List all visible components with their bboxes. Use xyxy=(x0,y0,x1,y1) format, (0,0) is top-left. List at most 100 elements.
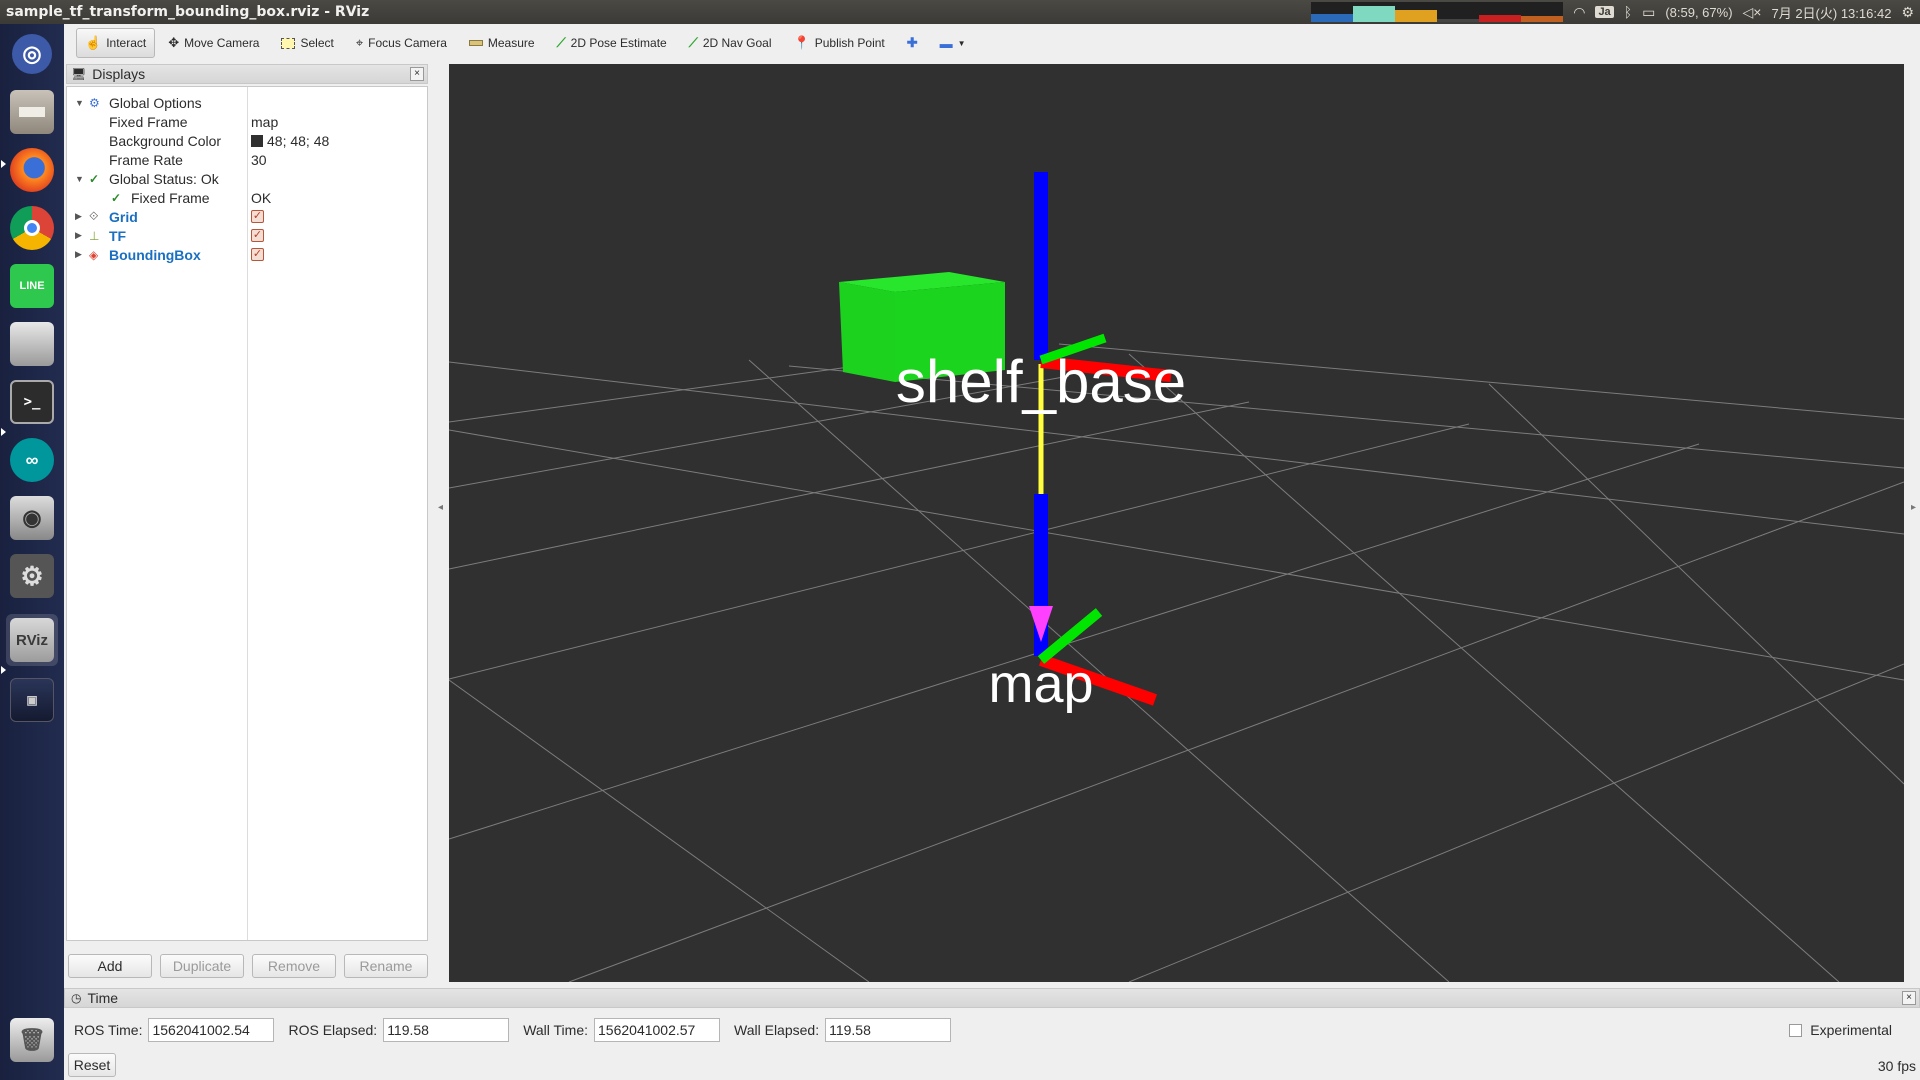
wall-time-field[interactable]: 1562041002.57 xyxy=(594,1018,721,1042)
dash-home-button[interactable]: ◎ xyxy=(6,28,58,80)
gear-icon[interactable]: ⚙ xyxy=(1901,4,1914,21)
tree-row-grid[interactable]: ▶ ⟐ Grid ✓ xyxy=(67,207,427,226)
ubuntu-icon: ◎ xyxy=(12,34,52,74)
3d-viewport[interactable]: shelf_base map xyxy=(449,64,1904,982)
terminal-button[interactable]: >_ xyxy=(6,376,58,428)
disks-button[interactable] xyxy=(6,318,58,370)
chrome-button[interactable] xyxy=(6,202,58,254)
interact-tool[interactable]: ☝ Interact xyxy=(76,28,156,58)
bounding-box-checkbox[interactable]: ✓ xyxy=(251,248,264,261)
hand-icon: ☝ xyxy=(85,35,102,50)
move-icon: ✥ xyxy=(168,35,180,50)
camera-button[interactable]: ◉ xyxy=(6,492,58,544)
disk-icon xyxy=(10,322,54,366)
wall-elapsed-field[interactable]: 119.58 xyxy=(825,1018,952,1042)
focus-camera-tool[interactable]: ⌖ Focus Camera xyxy=(347,28,456,58)
ros-elapsed-field[interactable]: 119.58 xyxy=(383,1018,510,1042)
tree-row-global-status[interactable]: ▼ ✓ Global Status: Ok xyxy=(67,169,427,188)
add-button[interactable]: Add xyxy=(68,954,152,978)
trash-button[interactable]: 🗑 xyxy=(6,1014,58,1066)
color-swatch xyxy=(251,134,263,147)
expand-arrow-icon[interactable]: ▶ xyxy=(75,249,85,260)
collapse-left-icon[interactable]: ◂ xyxy=(438,502,443,513)
tree-row-frame-rate[interactable]: Frame Rate 30 xyxy=(67,150,427,169)
settings-icon: ⚙ xyxy=(10,554,54,598)
bluetooth-icon[interactable]: ᛒ xyxy=(1624,4,1632,20)
line-icon: LINE xyxy=(10,264,54,308)
bounding-box-icon: ◈ xyxy=(89,247,99,262)
move-camera-tool[interactable]: ✥ Move Camera xyxy=(159,28,268,58)
tree-row-global-options[interactable]: ▼ ⚙ Global Options xyxy=(67,93,427,112)
clock[interactable]: 7月 2日(火) 13:16:42 xyxy=(1771,3,1891,22)
workspaces-button[interactable]: ▣ xyxy=(6,674,58,726)
files-icon xyxy=(10,90,54,134)
experimental-checkbox[interactable] xyxy=(1789,1023,1803,1037)
duplicate-button[interactable]: Duplicate xyxy=(160,954,244,978)
remove-button[interactable]: Remove xyxy=(252,954,336,978)
grid-checkbox[interactable]: ✓ xyxy=(251,210,264,223)
map-label: map xyxy=(988,654,1093,714)
select-tool[interactable]: Select xyxy=(272,28,342,58)
close-icon[interactable]: × xyxy=(1902,991,1916,1005)
map-pin-icon: 📍 xyxy=(793,35,810,50)
measure-tool[interactable]: Measure xyxy=(460,28,544,58)
reset-button[interactable]: Reset xyxy=(68,1053,116,1077)
rename-button[interactable]: Rename xyxy=(344,954,428,978)
input-method-indicator[interactable]: Ja xyxy=(1595,6,1614,18)
firefox-button[interactable] xyxy=(6,144,58,196)
files-button[interactable] xyxy=(6,86,58,138)
fps-readout: 30 fps xyxy=(1877,1058,1916,1074)
settings-button[interactable]: ⚙ xyxy=(6,550,58,602)
time-header: ◷ Time × xyxy=(64,988,1920,1008)
toolbar: ☝ Interact ✥ Move Camera Select ⌖ Focus … xyxy=(64,24,1920,62)
battery-icon[interactable]: ▭ xyxy=(1642,4,1655,21)
pose-estimate-tool[interactable]: ⟋ 2D Pose Estimate xyxy=(548,28,676,58)
axes-icon: ⊥ xyxy=(89,228,100,243)
rviz-window: ☝ Interact ✥ Move Camera Select ⌖ Focus … xyxy=(64,24,1920,1080)
battery-status[interactable]: (8:59, 67%) xyxy=(1665,5,1732,20)
displays-tree: ▼ ⚙ Global Options Fixed Frame map Backg… xyxy=(66,86,428,941)
tree-row-bounding-box[interactable]: ▶ ◈ BoundingBox ✓ xyxy=(67,245,427,264)
nav-goal-tool[interactable]: ⟋ 2D Nav Goal xyxy=(680,28,781,58)
experimental-toggle[interactable]: Experimental xyxy=(1789,1022,1892,1038)
publish-point-tool[interactable]: 📍 Publish Point xyxy=(785,28,894,58)
displays-panel: 🖥 Displays × ▼ ⚙ Global Options Fixed Fr… xyxy=(66,64,428,984)
expand-arrow-icon[interactable]: ▶ xyxy=(75,230,85,241)
select-icon xyxy=(281,37,296,49)
arduino-button[interactable]: ∞ xyxy=(6,434,58,486)
add-tool-button[interactable]: ✚ xyxy=(898,28,927,58)
nav-arrow-icon: ⟋ xyxy=(688,35,698,50)
displays-header: 🖥 Displays × xyxy=(66,64,428,84)
chevron-down-icon: ▼ xyxy=(957,38,966,48)
remove-tool-button[interactable]: ▬ ▼ xyxy=(931,28,975,58)
green-arrow-icon: ⟋ xyxy=(556,35,566,50)
shelf-base-label: shelf_base xyxy=(896,348,1186,415)
expand-arrow-icon[interactable]: ▼ xyxy=(75,98,85,108)
camera-icon: ◉ xyxy=(10,496,54,540)
rviz-button[interactable]: RViz xyxy=(6,614,58,666)
expand-arrow-icon[interactable]: ▶ xyxy=(75,211,85,222)
trash-icon: 🗑 xyxy=(10,1018,54,1062)
tree-row-fixed-frame[interactable]: Fixed Frame map xyxy=(67,112,427,131)
close-icon[interactable]: × xyxy=(410,67,424,81)
system-tray: ◠ Ja ᛒ ▭ (8:59, 67%) ◁× 7月 2日(火) 13:16:4… xyxy=(1311,0,1914,24)
volume-icon[interactable]: ◁× xyxy=(1743,4,1762,21)
ros-time-field[interactable]: 1562041002.54 xyxy=(148,1018,275,1042)
window-title: sample_tf_transform_bounding_box.rviz - … xyxy=(6,4,370,20)
system-load-graph xyxy=(1311,2,1564,22)
collapse-right-icon[interactable]: ▸ xyxy=(1911,502,1916,513)
tree-row-tf[interactable]: ▶ ⊥ TF ✓ xyxy=(67,226,427,245)
wifi-icon[interactable]: ◠ xyxy=(1573,4,1585,21)
expand-arrow-icon[interactable]: ▼ xyxy=(75,174,85,184)
tree-row-background-color[interactable]: Background Color 48; 48; 48 xyxy=(67,131,427,150)
tree-row-status-fixed-frame[interactable]: ✓ Fixed Frame OK xyxy=(67,188,427,207)
arduino-icon: ∞ xyxy=(10,438,54,482)
line-button[interactable]: LINE xyxy=(6,260,58,312)
top-panel: sample_tf_transform_bounding_box.rviz - … xyxy=(0,0,1920,24)
plus-icon: ✚ xyxy=(906,35,918,50)
grid-icon: ⟐ xyxy=(89,209,99,223)
clock-icon: ◷ xyxy=(71,991,82,1005)
tf-checkbox[interactable]: ✓ xyxy=(251,229,264,242)
scene-render: shelf_base map xyxy=(449,172,1904,982)
displays-buttons: Add Duplicate Remove Rename xyxy=(66,954,428,978)
